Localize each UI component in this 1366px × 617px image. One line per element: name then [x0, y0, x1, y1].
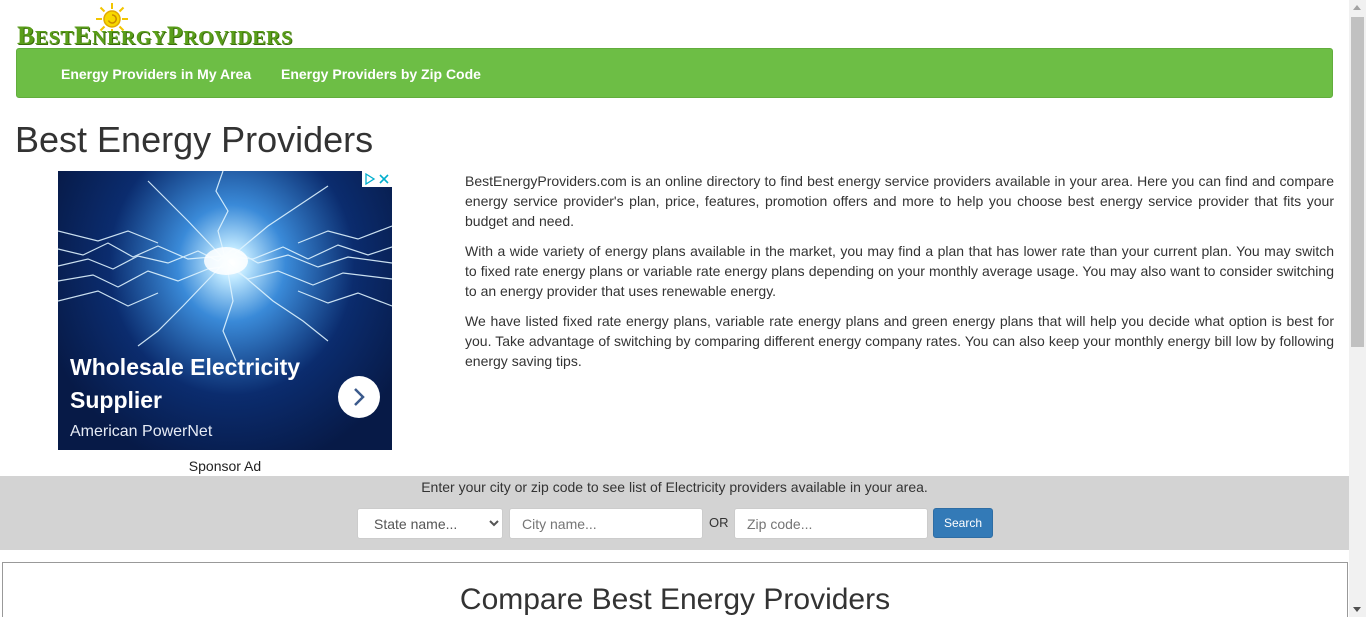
site-logo[interactable]: BESTENERGYPROVIDERS	[17, 2, 317, 50]
state-select[interactable]: State name...	[357, 508, 503, 539]
nav-energy-providers-my-area[interactable]: Energy Providers in My Area	[61, 66, 251, 82]
ad-title: Wholesale Electricity Supplier	[70, 354, 301, 413]
zip-input[interactable]	[734, 508, 928, 539]
city-input[interactable]	[509, 508, 703, 539]
provider-search-band: Enter your city or zip code to see list …	[0, 476, 1349, 550]
sponsor-ad[interactable]: Wholesale Electricity Supplier American …	[58, 171, 392, 450]
scrollbar-thumb[interactable]	[1351, 17, 1364, 347]
intro-paragraph: We have listed fixed rate energy plans, …	[465, 313, 1334, 369]
ad-brand: American PowerNet	[70, 423, 213, 440]
intro-paragraph: BestEnergyProviders.com is an online dir…	[465, 173, 1334, 229]
page-title: Best Energy Providers	[15, 119, 374, 160]
nav-energy-providers-zip-code[interactable]: Energy Providers by Zip Code	[281, 66, 481, 82]
or-label: OR	[709, 515, 729, 530]
intro-description: BestEnergyProviders.com is an online dir…	[465, 171, 1334, 381]
logo-text: BESTENERGYPROVIDERS	[17, 21, 293, 50]
main-navbar: Energy Providers in My Area Energy Provi…	[16, 48, 1333, 98]
search-button[interactable]: Search	[933, 508, 993, 538]
intro-paragraph: With a wide variety of energy plans avai…	[465, 243, 1334, 299]
scroll-up-icon[interactable]	[1353, 5, 1361, 10]
ad-open-button[interactable]	[338, 376, 380, 418]
compare-title: Compare Best Energy Providers	[459, 583, 891, 616]
vertical-scrollbar[interactable]	[1349, 0, 1366, 617]
compare-section: Compare Best Energy Providers	[2, 562, 1348, 617]
page-viewport: BESTENERGYPROVIDERS Energy Providers in …	[0, 0, 1349, 617]
search-hint: Enter your city or zip code to see list …	[421, 479, 928, 495]
chevron-right-icon	[354, 388, 365, 406]
scroll-down-icon[interactable]	[1353, 607, 1361, 612]
sponsor-label: Sponsor Ad	[188, 458, 262, 474]
adchoices-icon	[365, 173, 389, 185]
adchoices-button[interactable]	[362, 171, 392, 187]
